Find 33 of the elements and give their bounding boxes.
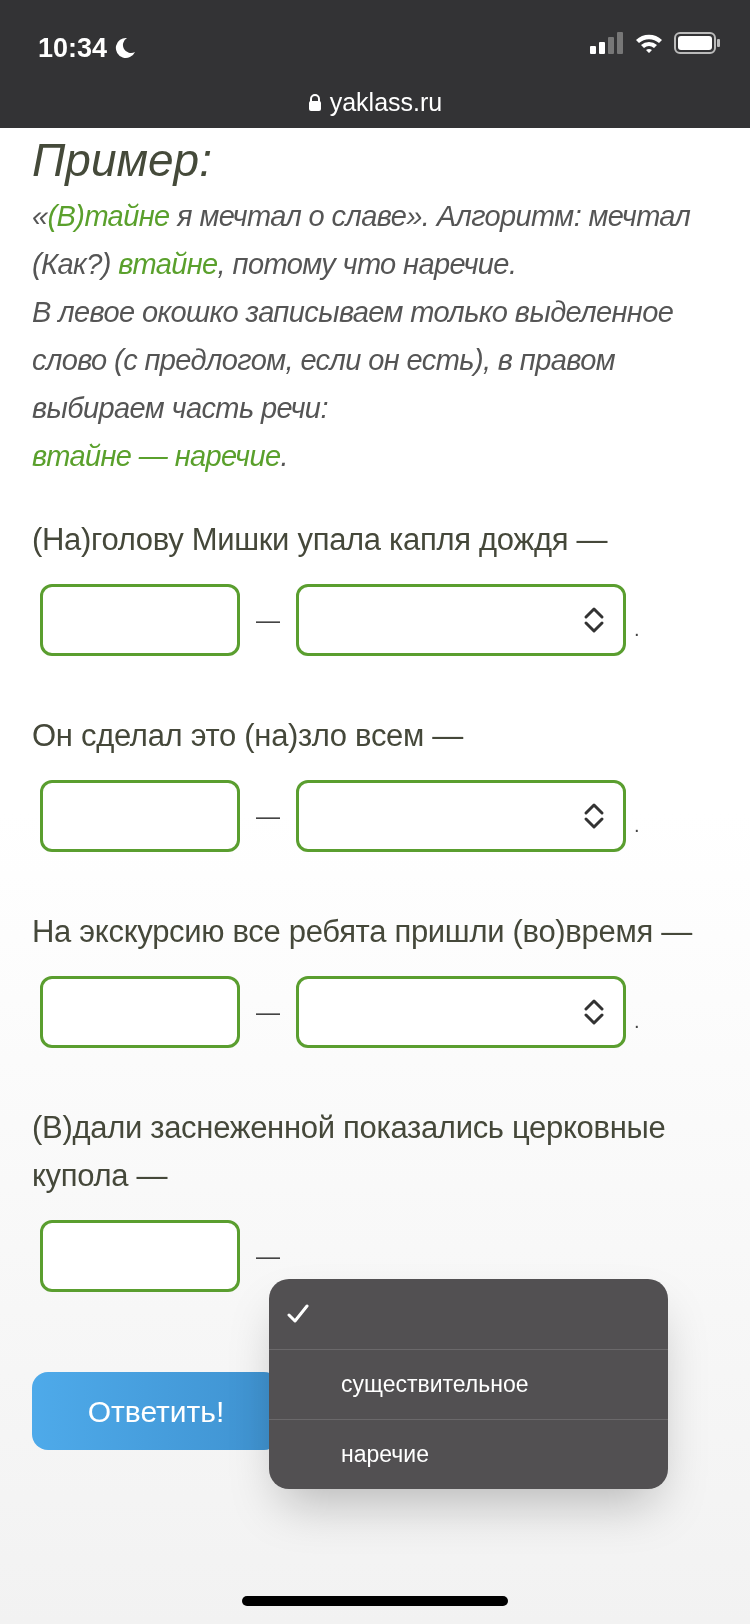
- dropdown-option[interactable]: наречие: [269, 1419, 668, 1489]
- example-paragraph: «(В)тайне я мечтал о славе». Алгоритм: мечтал (Как?) втайне, потому что наречие. В левое окошко записываем только выделенное слово (с предлогом, если он есть), в правом выбираем часть речи: втайне — наречие.: [32, 199, 692, 474]
- answer-field[interactable]: [40, 1220, 240, 1292]
- answer-field[interactable]: [40, 976, 240, 1048]
- checkmark-icon: [287, 1304, 309, 1324]
- dash-text: —: [256, 1241, 280, 1271]
- period-text: .: [634, 617, 640, 642]
- moon-icon: [113, 36, 138, 61]
- period-text: .: [634, 1009, 640, 1034]
- question-text: (В)дали заснеженной показались церковные купола —: [32, 1109, 667, 1195]
- lock-icon: [307, 94, 322, 112]
- dropdown-option[interactable]: существительное: [269, 1349, 668, 1419]
- chevron-updown-icon: [583, 998, 605, 1026]
- dash-text: —: [256, 605, 280, 635]
- wifi-icon: [634, 32, 664, 54]
- dash-text: —: [256, 997, 280, 1027]
- section-heading: Пример:: [32, 133, 213, 188]
- part-of-speech-select[interactable]: [296, 584, 626, 656]
- url-text[interactable]: yaklass.ru: [329, 84, 443, 122]
- answer-field[interactable]: [40, 584, 240, 656]
- signal-icon: [590, 32, 624, 54]
- battery-icon: [674, 32, 720, 54]
- chevron-updown-icon: [583, 802, 605, 830]
- chevron-updown-icon: [583, 606, 605, 634]
- period-text: .: [634, 813, 640, 838]
- part-of-speech-select[interactable]: [296, 780, 626, 852]
- question-text: Он сделал это (на)зло всем —: [32, 717, 465, 755]
- dash-text: —: [256, 801, 280, 831]
- clock-text: 10:34: [38, 32, 108, 65]
- question-text: На экскурсию все ребята пришли (во)время —: [32, 913, 694, 951]
- part-of-speech-select[interactable]: [296, 976, 626, 1048]
- answer-field[interactable]: [40, 780, 240, 852]
- question-text: (На)голову Мишки упала капля дождя —: [32, 521, 609, 559]
